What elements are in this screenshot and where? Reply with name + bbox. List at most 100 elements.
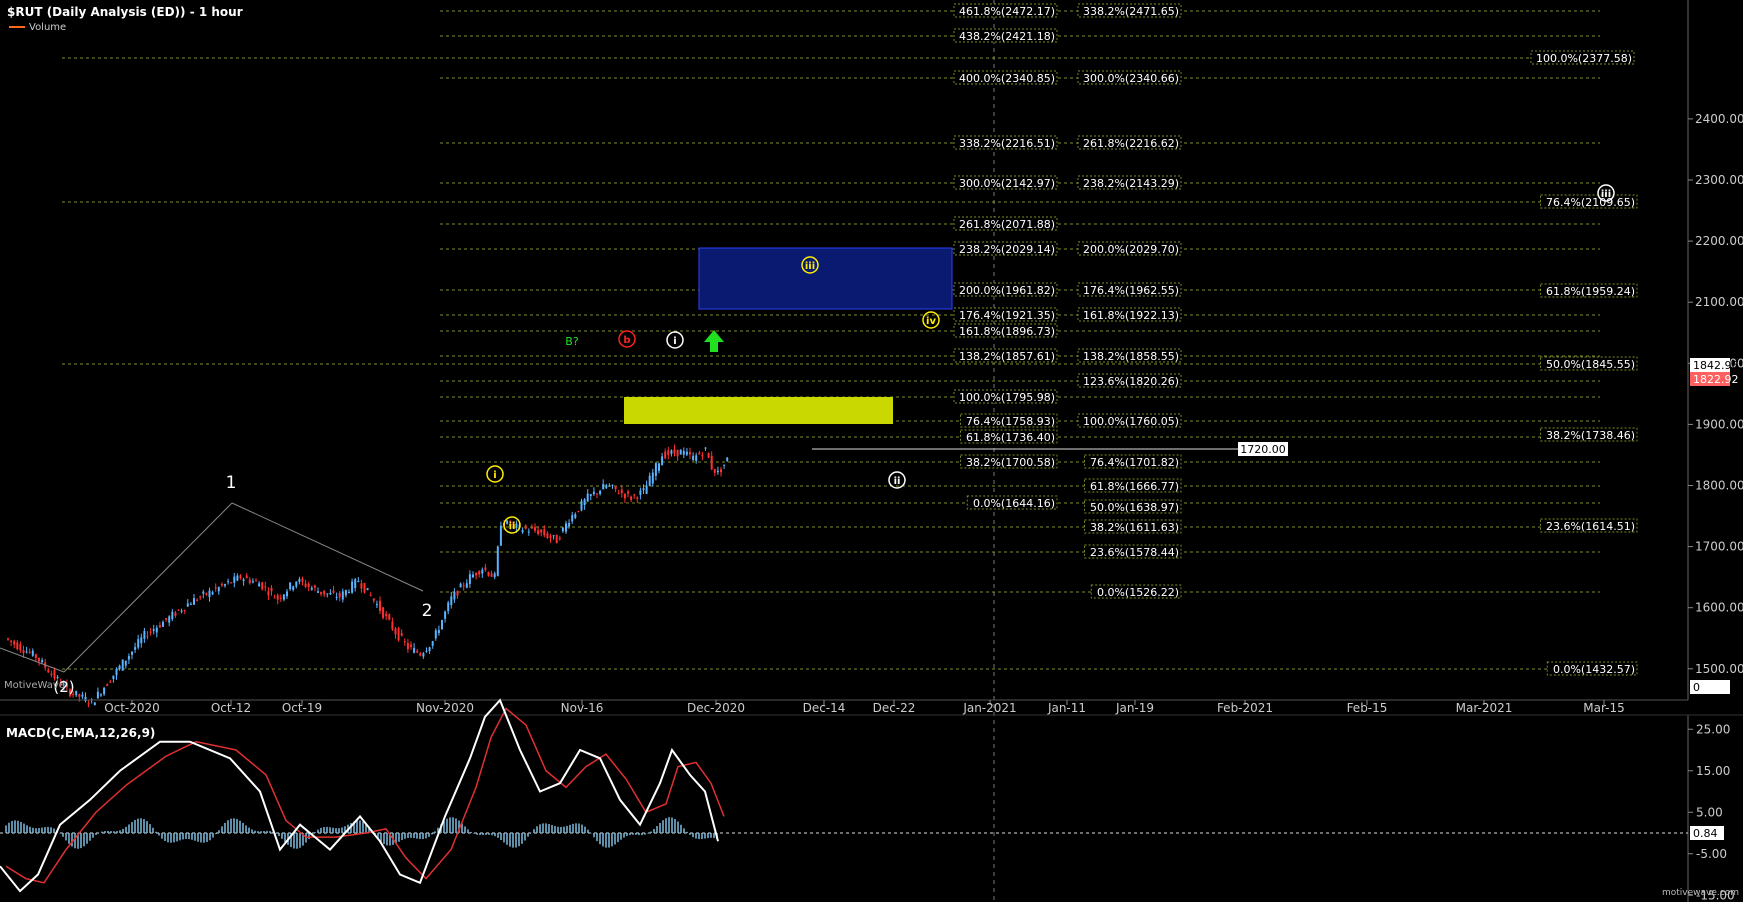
candle-body (289, 582, 292, 590)
macd-tick-label: 25.00 (1696, 722, 1730, 736)
candle-body (620, 489, 623, 494)
candle-body (329, 592, 332, 595)
fib-label: 176.4%(1921.35) (959, 309, 1055, 322)
candle-body (313, 585, 316, 588)
price-layer (0, 444, 729, 708)
fib-label: 38.2%(1611.63) (1090, 521, 1179, 534)
candle-body (267, 591, 270, 596)
wave-label-yellow-iii: iii (805, 261, 815, 272)
wave-label-white-i: i (673, 336, 676, 347)
candle-body (617, 493, 620, 495)
candle-body (431, 641, 434, 646)
fib-label: 76.4%(1701.82) (1090, 456, 1179, 469)
fib-label: 261.8%(2216.62) (1083, 137, 1179, 150)
x-tick-label: Mar-2021 (1456, 701, 1513, 715)
axes-layer: 1500.001600.001700.001800.001900.002000.… (0, 0, 1743, 902)
fib-label: 100.0%(1760.05) (1083, 415, 1179, 428)
fib-label: 200.0%(1961.82) (959, 284, 1055, 297)
candle-body (295, 581, 298, 587)
fib-label: 161.8%(1922.13) (1083, 309, 1179, 322)
candle-body (425, 650, 428, 652)
candle-body (186, 603, 189, 607)
fib-label: 76.4%(2109.65) (1546, 196, 1635, 209)
candle-body (19, 644, 22, 651)
candle-body (50, 673, 53, 675)
fib-label: 100.0%(2377.58) (1536, 52, 1632, 65)
candle-body (146, 635, 149, 637)
candle-body (410, 644, 412, 647)
y-tick-label: 2400.00 (1695, 112, 1743, 126)
candle-body (568, 522, 571, 527)
candle-body (171, 611, 174, 620)
wave-label-white-ii: ii (894, 476, 901, 487)
candle-body (301, 578, 304, 582)
candle-body (413, 648, 416, 653)
candle-body (382, 607, 385, 618)
price-tag-label: 1842.96 (1693, 359, 1739, 372)
candle-body (394, 628, 397, 635)
fib-label: 0.0%(1432.57) (1553, 663, 1635, 676)
macd-tick-label: 5.00 (1696, 805, 1723, 819)
candle-body (93, 702, 96, 706)
macd-tick-label: -5.00 (1696, 847, 1727, 861)
x-tick-label: Mar-15 (1583, 701, 1624, 715)
candle-body (22, 650, 25, 654)
candle-body (642, 488, 645, 491)
fib-label: 238.2%(2143.29) (1083, 177, 1179, 190)
y-tick-label: 1800.00 (1695, 479, 1743, 493)
fib-label: 300.0%(2142.97) (959, 177, 1055, 190)
fib-label: 50.0%(1638.97) (1090, 501, 1179, 514)
macd-tick-label: 15.00 (1696, 764, 1730, 778)
fib-label: 50.0%(1845.55) (1546, 358, 1635, 371)
candle-body (140, 637, 143, 644)
candle-body (242, 579, 245, 581)
candle-body (540, 529, 543, 533)
candle-body (704, 447, 707, 449)
wave-label-1: 1 (226, 473, 237, 493)
candle-body (552, 535, 555, 537)
watermark: MotiveWave (4, 680, 65, 691)
candle-body (149, 631, 152, 633)
candle-body (530, 527, 533, 529)
candle-body (400, 633, 403, 636)
candle-body (605, 485, 608, 489)
candle-body (351, 581, 354, 593)
candle-body (499, 525, 502, 546)
candle-body (323, 590, 326, 595)
candle-body (208, 590, 211, 598)
price-tag-label: 1822.92 (1693, 373, 1739, 386)
x-tick-label: Jan-19 (1115, 701, 1154, 715)
fib-label: 400.0%(2340.85) (959, 72, 1055, 85)
candle-body (673, 449, 676, 454)
candle-body (385, 613, 388, 617)
candle-body (720, 469, 722, 473)
candle-body (282, 594, 285, 600)
candle-body (521, 530, 524, 533)
fib-label: 200.0%(2029.70) (1083, 243, 1179, 256)
candle-body (379, 600, 381, 611)
candle-body (31, 650, 34, 656)
candle-body (416, 650, 419, 653)
candle-body (546, 533, 549, 539)
candle-body (183, 609, 186, 611)
candle-body (174, 612, 177, 616)
candle-body (403, 641, 406, 643)
candle-body (189, 603, 192, 605)
candle-body (310, 587, 313, 590)
candle-body (527, 531, 530, 533)
macd-layer: MACD(C,EMA,12,26,9) 25.0015.005.00-5.00-1… (0, 698, 1735, 902)
candle-body (304, 583, 307, 587)
candle-body (205, 592, 208, 595)
x-tick-label: Dec-14 (803, 701, 846, 715)
candle-body (667, 450, 670, 456)
candle-body (236, 575, 239, 581)
y-tick-label: 1500.00 (1695, 662, 1743, 676)
macd-title: MACD(C,EMA,12,26,9) (6, 726, 155, 740)
candle-body (227, 581, 230, 583)
candle-body (534, 527, 536, 531)
candle-body (115, 668, 118, 676)
candle-body (487, 572, 490, 576)
candle-body (326, 593, 329, 595)
candle-body (363, 582, 366, 593)
candle-body (608, 485, 611, 487)
